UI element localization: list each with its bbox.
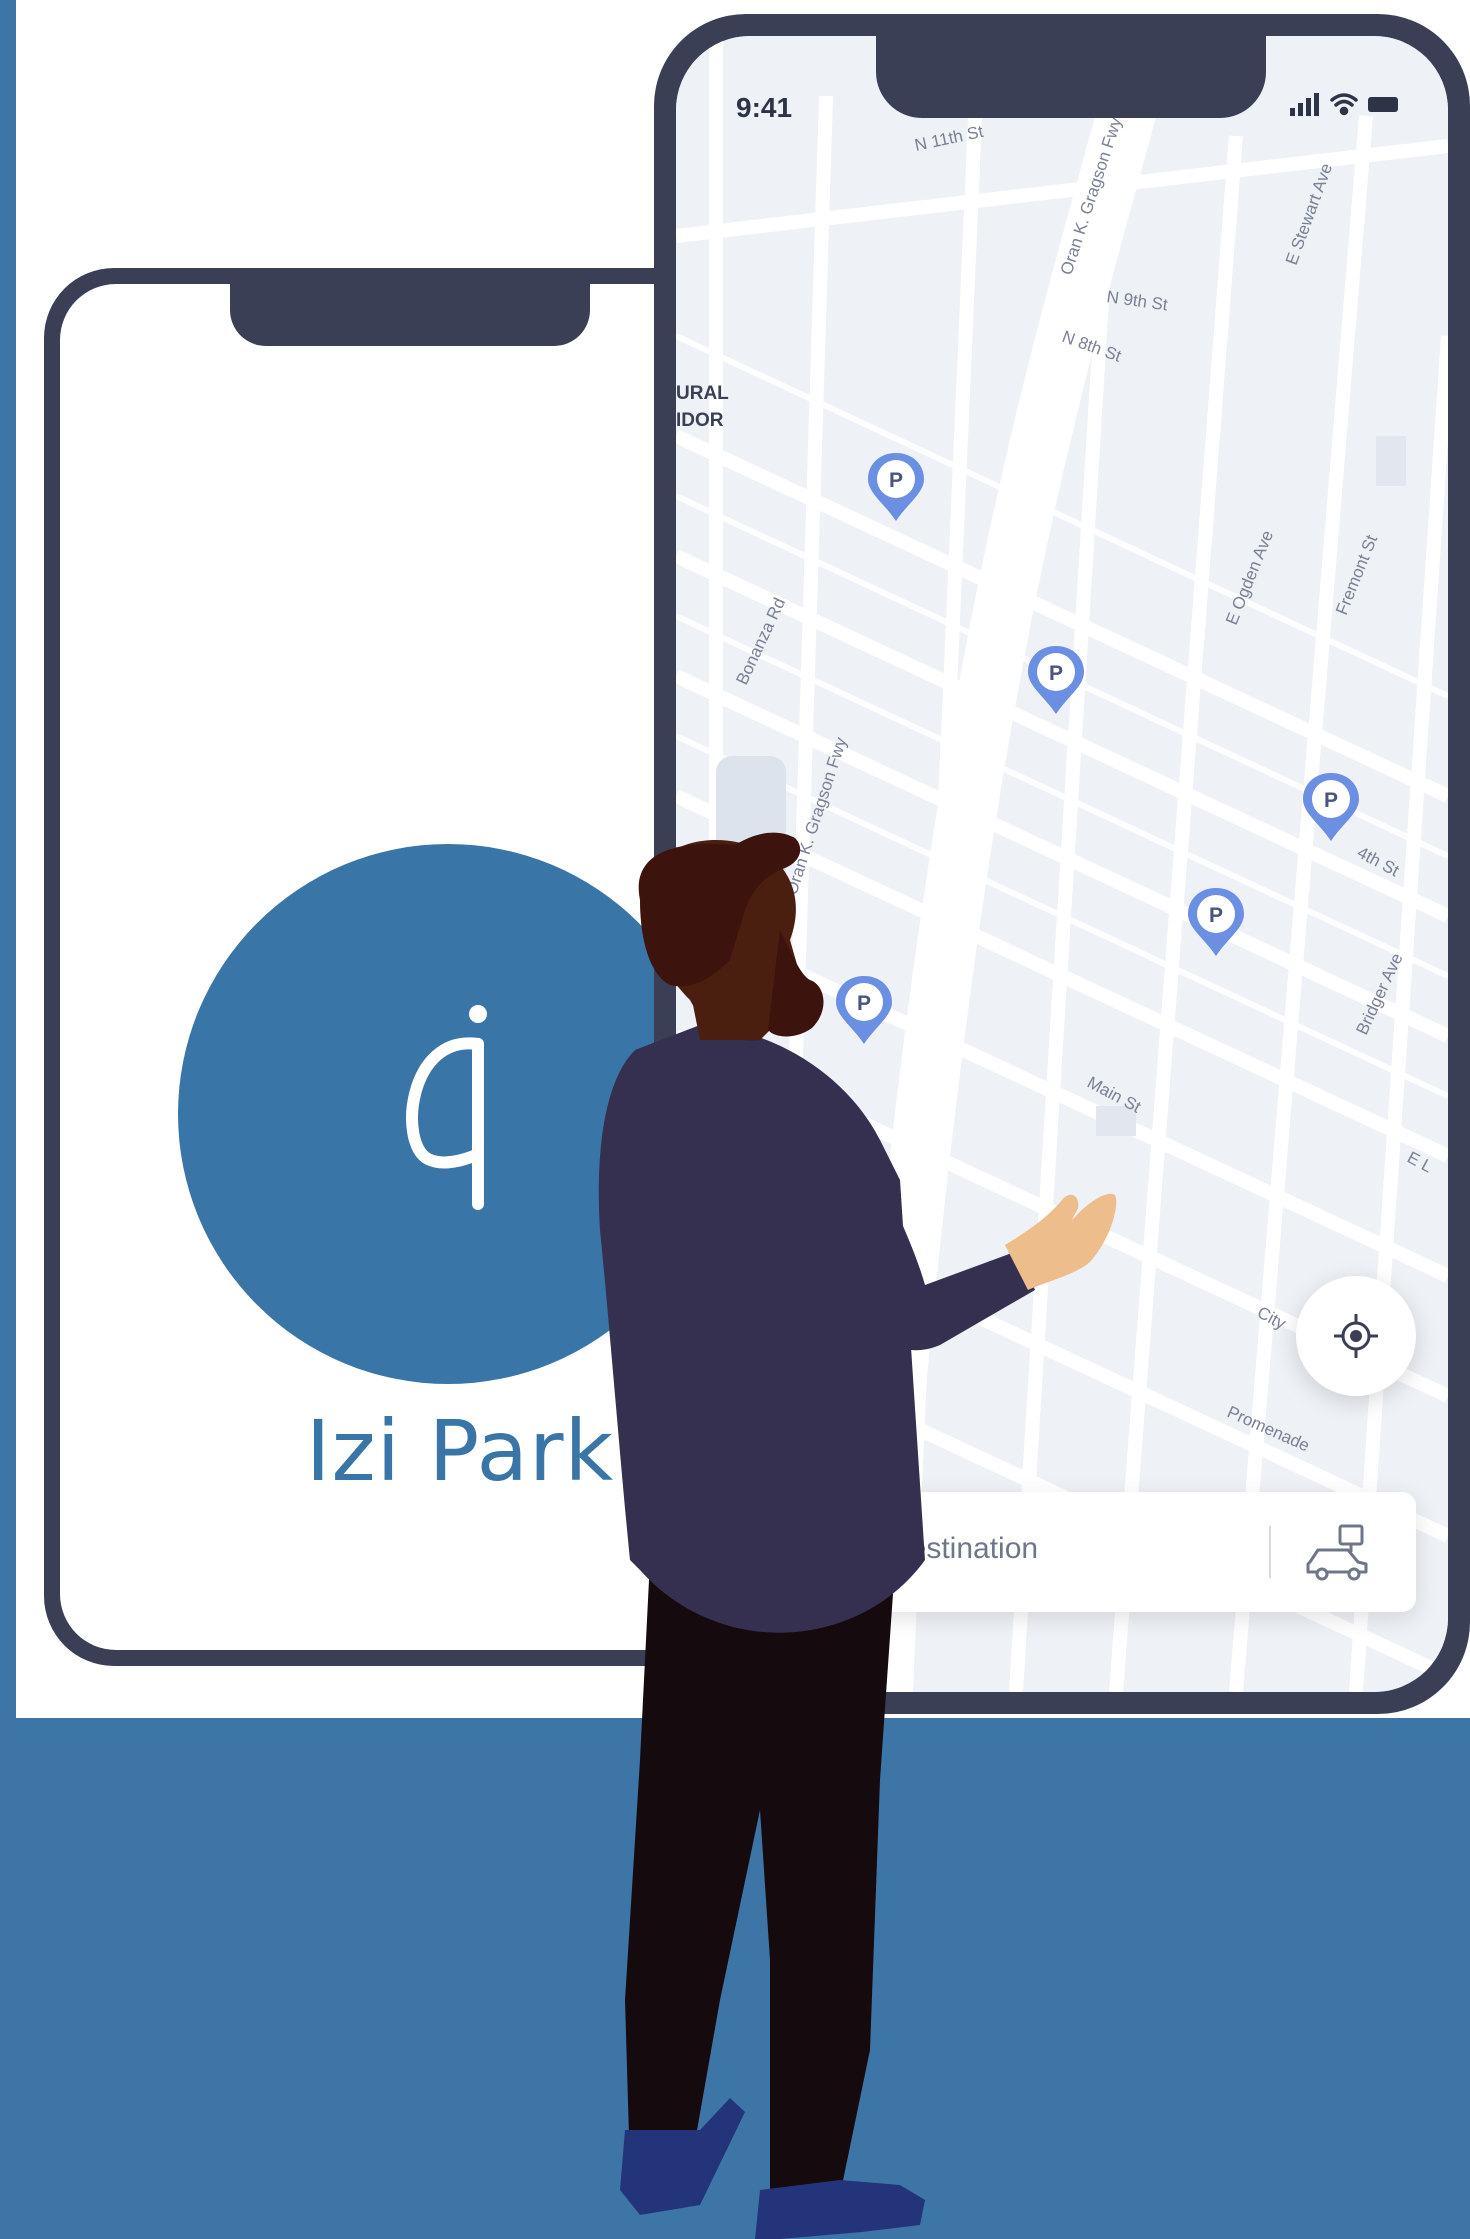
izi-park-logo-icon (406, 1005, 487, 1210)
map-label: IDOR (676, 410, 724, 431)
parking-map[interactable]: N 11th St Oran K. Gragson Fwy E Stewart … (676, 36, 1448, 1692)
signal-icon (1290, 93, 1319, 116)
crosshair-icon (1334, 1314, 1378, 1358)
destination-input[interactable]: Destination (888, 1532, 1038, 1566)
parking-pin-label: P (1209, 904, 1223, 927)
wifi-icon (1330, 93, 1358, 116)
splash-screen: Izi Park (60, 284, 728, 1650)
divider (1269, 1526, 1271, 1578)
parking-pin-label: P (857, 992, 871, 1015)
map-screen: 9:41 N 11th St Oran K. Gragson Fwy E Ste… (676, 36, 1448, 1692)
map-label: URAL (676, 383, 729, 404)
phone-notch (876, 36, 1266, 118)
battery-icon (1368, 97, 1398, 112)
parking-pin-label: P (1049, 662, 1063, 685)
splash-phone: Izi Park (44, 268, 744, 1666)
phone-notch (230, 284, 590, 346)
car-icon[interactable] (1304, 1522, 1372, 1582)
locate-me-button[interactable] (1296, 1276, 1416, 1396)
parking-pin-label: P (1324, 789, 1338, 812)
destination-search[interactable]: Destination (856, 1492, 1416, 1612)
parking-pin-label: P (889, 469, 903, 492)
app-logo (178, 844, 718, 1384)
map-phone: 9:41 N 11th St Oran K. Gragson Fwy E Ste… (654, 14, 1470, 1714)
status-time: 9:41 (736, 92, 793, 123)
app-name: Izi Park (305, 1402, 615, 1500)
status-icons (1290, 93, 1398, 116)
